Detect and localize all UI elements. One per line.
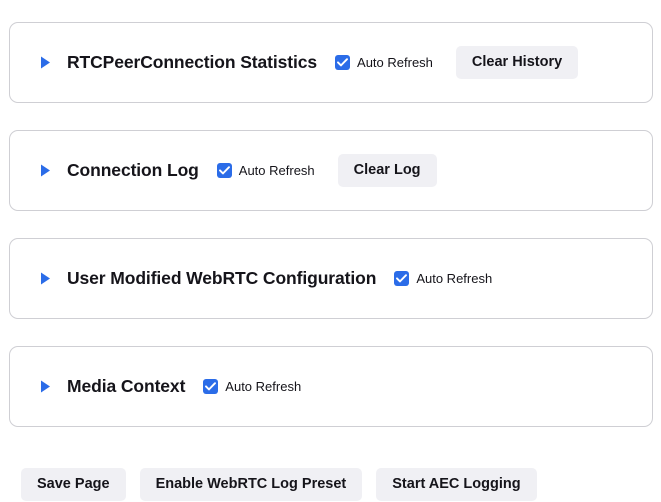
panel-media-context: Media Context Auto Refresh: [9, 346, 653, 427]
checkmark-icon: [335, 55, 351, 70]
panel-title: RTCPeerConnection Statistics: [67, 51, 318, 72]
panel-user-modified-webrtc-configuration: User Modified WebRTC Configuration Auto …: [9, 238, 653, 319]
enable-webrtc-log-preset-button[interactable]: Enable WebRTC Log Preset: [139, 468, 363, 501]
panel-title: User Modified WebRTC Configuration: [67, 267, 377, 288]
panel-header: User Modified WebRTC Configuration Auto …: [37, 267, 652, 288]
bottom-button-bar: Save Page Enable WebRTC Log Preset Start…: [0, 454, 661, 501]
auto-refresh-toggle[interactable]: Auto Refresh: [203, 379, 301, 394]
checkmark-icon: [203, 379, 219, 394]
start-aec-logging-button[interactable]: Start AEC Logging: [376, 468, 537, 501]
panel-stack: RTCPeerConnection Statistics Auto Refres…: [0, 0, 661, 427]
panel-header: Connection Log Auto Refresh Clear Log: [37, 154, 652, 187]
panel-header: RTCPeerConnection Statistics Auto Refres…: [37, 46, 652, 79]
auto-refresh-toggle[interactable]: Auto Refresh: [216, 163, 315, 178]
clear-history-button[interactable]: Clear History: [455, 46, 579, 79]
triangle-right-icon[interactable]: [37, 271, 53, 287]
panel-title: Connection Log: [67, 159, 199, 180]
checkmark-icon: [394, 271, 410, 286]
auto-refresh-label: Auto Refresh: [416, 271, 493, 286]
triangle-right-icon[interactable]: [37, 55, 53, 71]
auto-refresh-label: Auto Refresh: [225, 379, 302, 394]
auto-refresh-toggle[interactable]: Auto Refresh: [394, 271, 492, 286]
triangle-right-icon[interactable]: [37, 163, 53, 179]
auto-refresh-toggle[interactable]: Auto Refresh: [335, 55, 433, 70]
panel-rtc-peer-connection-statistics: RTCPeerConnection Statistics Auto Refres…: [9, 22, 653, 103]
panel-title: Media Context: [67, 375, 186, 396]
clear-log-button[interactable]: Clear Log: [337, 154, 437, 187]
triangle-right-icon[interactable]: [37, 379, 53, 395]
webrtc-internals-page: RTCPeerConnection Statistics Auto Refres…: [0, 0, 661, 502]
save-page-button[interactable]: Save Page: [21, 468, 126, 501]
auto-refresh-label: Auto Refresh: [357, 55, 433, 70]
panel-connection-log: Connection Log Auto Refresh Clear Log: [9, 130, 653, 211]
panel-header: Media Context Auto Refresh: [37, 375, 652, 396]
checkmark-icon: [216, 163, 232, 178]
auto-refresh-label: Auto Refresh: [238, 163, 315, 178]
